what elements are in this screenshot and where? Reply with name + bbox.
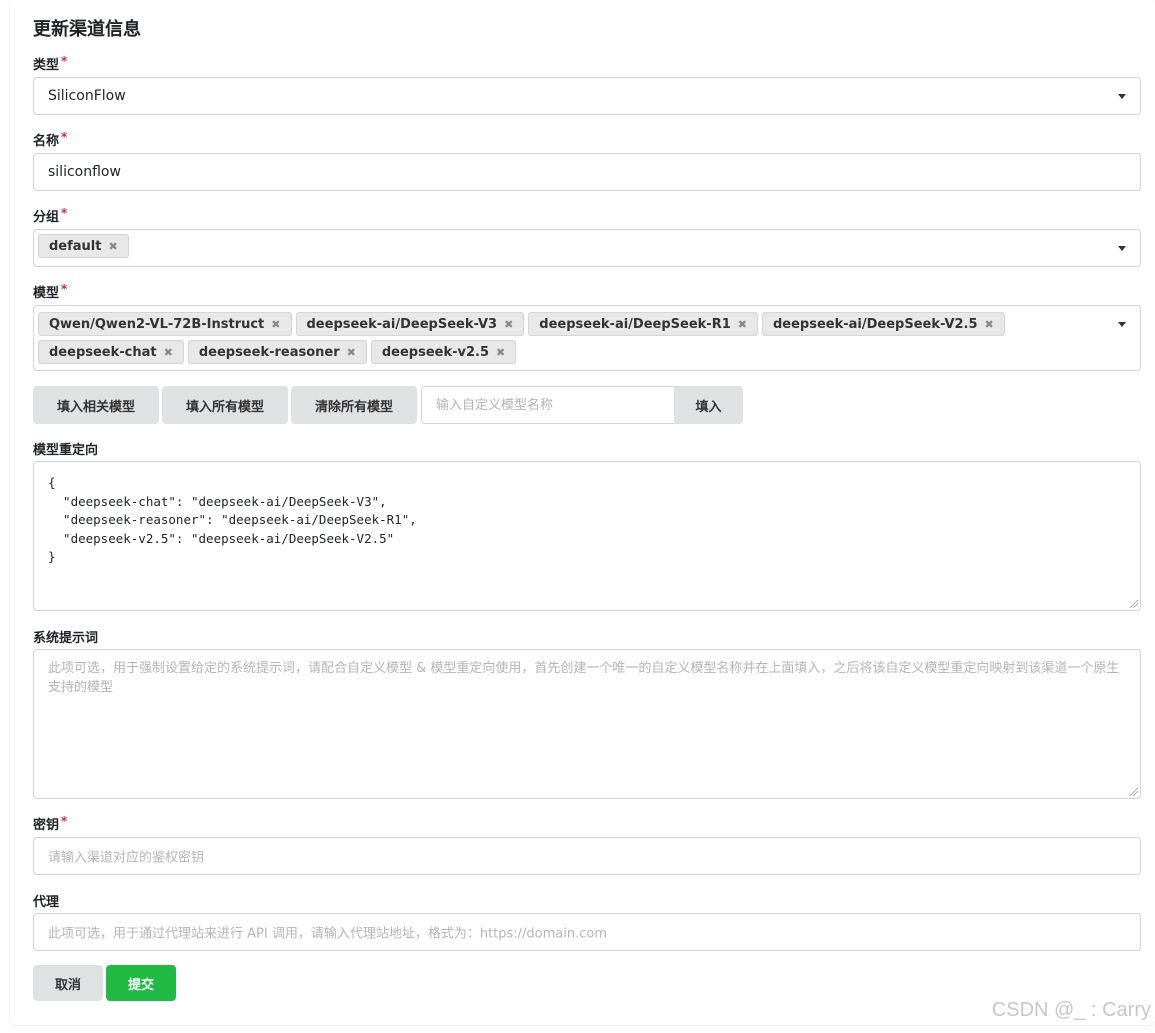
proxy-label: 代理 <box>33 895 60 910</box>
key-label-text: 密钥 <box>33 818 60 833</box>
model-tag-label: deepseek-ai/DeepSeek-V3 <box>306 316 498 332</box>
cancel-button[interactable]: 取消 <box>33 965 103 1001</box>
key-input[interactable]: 请输入渠道对应的鉴权密钥 <box>33 837 1141 875</box>
model-multiselect[interactable]: Qwen/Qwen2-VL-72B-Instruct ✖ deepseek-ai/… <box>33 305 1141 371</box>
group-tag: default ✖ <box>38 234 129 258</box>
chevron-down-icon <box>1118 94 1126 99</box>
page-title: 更新渠道信息 <box>33 19 141 40</box>
system-prompt-label: 系统提示词 <box>33 631 99 646</box>
model-tag-label: deepseek-chat <box>49 344 157 360</box>
model-tag: deepseek-chat ✖ <box>38 340 184 364</box>
group-multiselect[interactable]: default ✖ <box>33 229 1141 267</box>
type-select-value: SiliconFlow <box>48 88 126 104</box>
watermark: CSDN @_ : Carry <box>991 999 1151 1021</box>
system-prompt-placeholder: 此项可选，用于强制设置给定的系统提示词，请配合自定义模型 & 模型重定向使用，首… <box>48 661 1120 695</box>
group-label-text: 分组 <box>33 210 60 225</box>
remove-tag-icon[interactable]: ✖ <box>504 318 513 331</box>
proxy-input[interactable]: 此项可选，用于通过代理站来进行 API 调用，请输入代理站地址，格式为：http… <box>33 913 1141 951</box>
required-mark: * <box>61 206 68 220</box>
required-mark: * <box>61 54 68 68</box>
submit-button[interactable]: 提交 <box>106 965 176 1001</box>
model-mapping-value: { "deepseek-chat": "deepseek-ai/DeepSeek… <box>48 475 417 564</box>
chevron-down-icon <box>1118 246 1126 251</box>
fill-related-models-button[interactable]: 填入相关模型 <box>33 386 159 424</box>
required-mark: * <box>61 814 68 828</box>
model-label-text: 模型 <box>33 286 60 301</box>
required-mark: * <box>61 282 68 296</box>
model-tag: deepseek-ai/DeepSeek-V2.5 ✖ <box>761 312 1005 336</box>
clear-all-models-button[interactable]: 清除所有模型 <box>291 386 417 424</box>
model-tag: deepseek-v2.5 ✖ <box>370 340 517 364</box>
key-label: 密钥 * <box>33 814 67 833</box>
model-tag-label: deepseek-reasoner <box>198 344 340 360</box>
model-tag: deepseek-reasoner ✖ <box>187 340 367 364</box>
remove-tag-icon[interactable]: ✖ <box>164 346 173 359</box>
fill-all-models-button[interactable]: 填入所有模型 <box>162 386 288 424</box>
model-tag-label: deepseek-ai/DeepSeek-R1 <box>539 316 731 332</box>
resize-handle-icon[interactable] <box>1130 600 1138 608</box>
group-tag-label: default <box>49 238 102 254</box>
model-tag: deepseek-ai/DeepSeek-R1 ✖ <box>528 312 758 336</box>
model-mapping-label: 模型重定向 <box>33 443 99 458</box>
model-tag-label: Qwen/Qwen2-VL-72B-Instruct <box>49 316 265 332</box>
group-label: 分组 * <box>33 206 67 225</box>
model-tag: deepseek-ai/DeepSeek-V3 ✖ <box>295 312 525 336</box>
remove-tag-icon[interactable]: ✖ <box>347 346 356 359</box>
chevron-down-icon <box>1118 322 1126 327</box>
type-label: 类型 * <box>33 54 67 73</box>
required-mark: * <box>61 130 68 144</box>
model-tag-label: deepseek-v2.5 <box>381 344 490 360</box>
type-label-text: 类型 <box>33 58 60 73</box>
remove-tag-icon[interactable]: ✖ <box>738 318 747 331</box>
model-tag-label: deepseek-ai/DeepSeek-V2.5 <box>772 316 978 332</box>
fill-custom-model-button[interactable]: 填入 <box>674 386 743 424</box>
custom-model-input[interactable] <box>421 386 674 424</box>
resize-handle-icon[interactable] <box>1130 788 1138 796</box>
key-input-placeholder: 请输入渠道对应的鉴权密钥 <box>48 850 205 866</box>
model-label: 模型 * <box>33 282 67 301</box>
remove-tag-icon[interactable]: ✖ <box>271 318 280 331</box>
remove-tag-icon[interactable]: ✖ <box>108 240 117 253</box>
name-input[interactable]: siliconflow <box>33 153 1141 191</box>
model-mapping-textarea[interactable]: { "deepseek-chat": "deepseek-ai/DeepSeek… <box>33 461 1141 611</box>
model-tag: Qwen/Qwen2-VL-72B-Instruct ✖ <box>38 312 292 336</box>
remove-tag-icon[interactable]: ✖ <box>985 318 994 331</box>
name-label: 名称 * <box>33 130 67 149</box>
remove-tag-icon[interactable]: ✖ <box>496 346 505 359</box>
name-label-text: 名称 <box>33 134 60 149</box>
system-prompt-textarea[interactable]: 此项可选，用于强制设置给定的系统提示词，请配合自定义模型 & 模型重定向使用，首… <box>33 649 1141 799</box>
proxy-input-placeholder: 此项可选，用于通过代理站来进行 API 调用，请输入代理站地址，格式为：http… <box>48 926 608 942</box>
type-select[interactable]: SiliconFlow <box>33 77 1141 115</box>
name-input-value: siliconflow <box>48 164 121 180</box>
